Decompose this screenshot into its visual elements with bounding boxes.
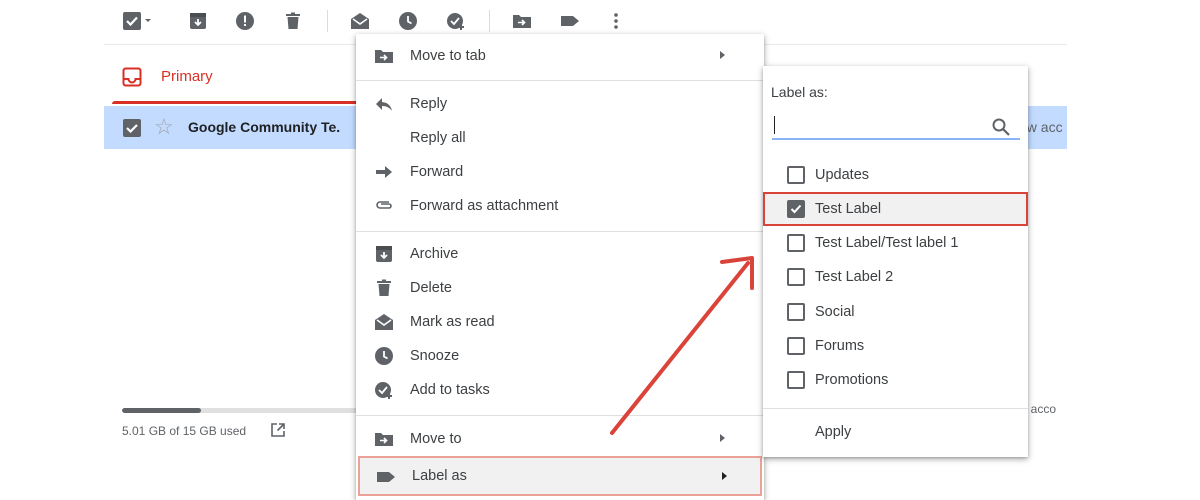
- label-option-social[interactable]: Social: [763, 295, 1028, 329]
- external-link-icon[interactable]: [270, 422, 286, 443]
- add-to-tasks-icon: [374, 380, 394, 400]
- mark-read-icon[interactable]: [350, 11, 370, 31]
- label-as-submenu: Label as: Updates Test Label Test Label/…: [763, 66, 1028, 457]
- menu-item-move-to-tab[interactable]: Move to tab: [356, 39, 764, 73]
- archive-icon: [374, 244, 394, 264]
- menu-item-label: Forward as attachment: [410, 198, 559, 214]
- menu-item-label: Add to tasks: [410, 382, 490, 398]
- label-icon: [376, 467, 396, 487]
- label-checkbox[interactable]: [787, 268, 805, 286]
- delete-icon[interactable]: [283, 11, 303, 31]
- more-options-icon[interactable]: [606, 11, 626, 31]
- menu-item-move-to[interactable]: Move to: [356, 422, 764, 456]
- search-icon[interactable]: [991, 117, 1011, 137]
- menu-item-label: Archive: [410, 246, 459, 262]
- label-checkbox[interactable]: [787, 234, 805, 252]
- label-option-forums[interactable]: Forums: [763, 329, 1028, 363]
- tab-primary[interactable]: Primary: [112, 60, 360, 106]
- menu-divider: [356, 415, 764, 416]
- menu-item-label: Move to tab: [410, 48, 486, 64]
- label-checkbox[interactable]: [787, 166, 805, 184]
- menu-item-delete[interactable]: Delete: [356, 271, 764, 305]
- email-sender: Google Community Te.: [188, 119, 341, 135]
- reply-icon: [374, 94, 394, 114]
- mark-read-icon: [374, 312, 394, 332]
- label-checkbox[interactable]: [787, 337, 805, 355]
- label-option-text: Test Label 2: [815, 269, 894, 285]
- attachment-icon: [374, 196, 394, 216]
- menu-item-label: Forward: [410, 164, 464, 180]
- storage-text: 5.01 GB of 15 GB used: [122, 424, 247, 438]
- delete-icon: [374, 278, 394, 298]
- toolbar-divider: [327, 10, 328, 32]
- menu-item-label: Label as: [412, 468, 467, 484]
- toolbar-divider: [489, 10, 490, 32]
- forward-icon: [374, 162, 394, 182]
- chevron-right-icon: [720, 51, 725, 59]
- label-option-test-label-2[interactable]: Test Label 2: [763, 260, 1028, 294]
- menu-divider: [356, 231, 764, 232]
- add-to-tasks-icon[interactable]: [446, 11, 466, 31]
- text-caret: [774, 116, 775, 134]
- menu-item-label: Reply: [410, 96, 448, 112]
- menu-item-mark-as-read[interactable]: Mark as read: [356, 305, 764, 339]
- apply-button[interactable]: Apply: [805, 421, 861, 443]
- context-menu: Move to tab Reply Reply all Forward Forw…: [356, 34, 764, 500]
- label-option-text: Updates: [815, 167, 870, 183]
- label-option-text: Test Label: [815, 201, 882, 217]
- menu-item-label: Delete: [410, 280, 452, 296]
- chevron-right-icon: [722, 472, 727, 480]
- label-checkbox-checked[interactable]: [787, 200, 805, 218]
- storage-bar: [122, 408, 358, 413]
- menu-item-snooze[interactable]: Snooze: [356, 339, 764, 373]
- label-checkbox[interactable]: [787, 303, 805, 321]
- menu-item-add-to-tasks[interactable]: Add to tasks: [356, 373, 764, 407]
- snooze-icon: [374, 346, 394, 366]
- label-as-title: Label as:: [771, 84, 828, 100]
- chevron-right-icon: [720, 434, 725, 442]
- label-option-text: Forums: [815, 338, 865, 354]
- move-to-icon[interactable]: [512, 11, 532, 31]
- inbox-icon: [122, 67, 142, 92]
- move-to-icon: [374, 429, 394, 449]
- menu-item-label: Snooze: [410, 348, 460, 364]
- menu-item-label-as[interactable]: Label as: [358, 456, 762, 496]
- star-icon[interactable]: ☆: [154, 114, 174, 140]
- tab-primary-underline: [112, 101, 360, 104]
- label-search-input[interactable]: [772, 118, 1020, 140]
- label-option-test-label[interactable]: Test Label: [763, 192, 1028, 226]
- label-option-promotions[interactable]: Promotions: [763, 363, 1028, 397]
- select-checkbox-icon[interactable]: [122, 11, 152, 31]
- menu-item-label: Mark as read: [410, 314, 495, 330]
- label-option-text: Social: [815, 304, 855, 320]
- label-checkbox[interactable]: [787, 371, 805, 389]
- menu-item-forward[interactable]: Forward: [356, 155, 764, 189]
- menu-item-label: Reply all: [410, 130, 466, 146]
- label-option-updates[interactable]: Updates: [763, 158, 1028, 192]
- menu-item-label: Move to: [410, 431, 462, 447]
- snooze-icon[interactable]: [398, 11, 418, 31]
- submenu-divider: [763, 408, 1028, 409]
- menu-item-reply[interactable]: Reply: [356, 87, 764, 121]
- label-option-text: Promotions: [815, 372, 889, 388]
- menu-divider: [356, 80, 764, 81]
- storage-bar-fill: [122, 408, 201, 413]
- label-option-test-label-test-label-1[interactable]: Test Label/Test label 1: [763, 226, 1028, 260]
- menu-item-archive[interactable]: Archive: [356, 237, 764, 271]
- row-checkbox[interactable]: [123, 119, 141, 137]
- label-icon[interactable]: [560, 11, 580, 31]
- label-option-text: Test Label/Test label 1: [815, 235, 959, 251]
- archive-icon[interactable]: [188, 11, 208, 31]
- tab-primary-label: Primary: [161, 68, 213, 85]
- report-spam-icon[interactable]: [235, 11, 255, 31]
- move-to-tab-icon: [374, 46, 394, 66]
- menu-item-forward-as-attachment[interactable]: Forward as attachment: [356, 189, 764, 223]
- menu-item-reply-all[interactable]: Reply all: [356, 121, 764, 155]
